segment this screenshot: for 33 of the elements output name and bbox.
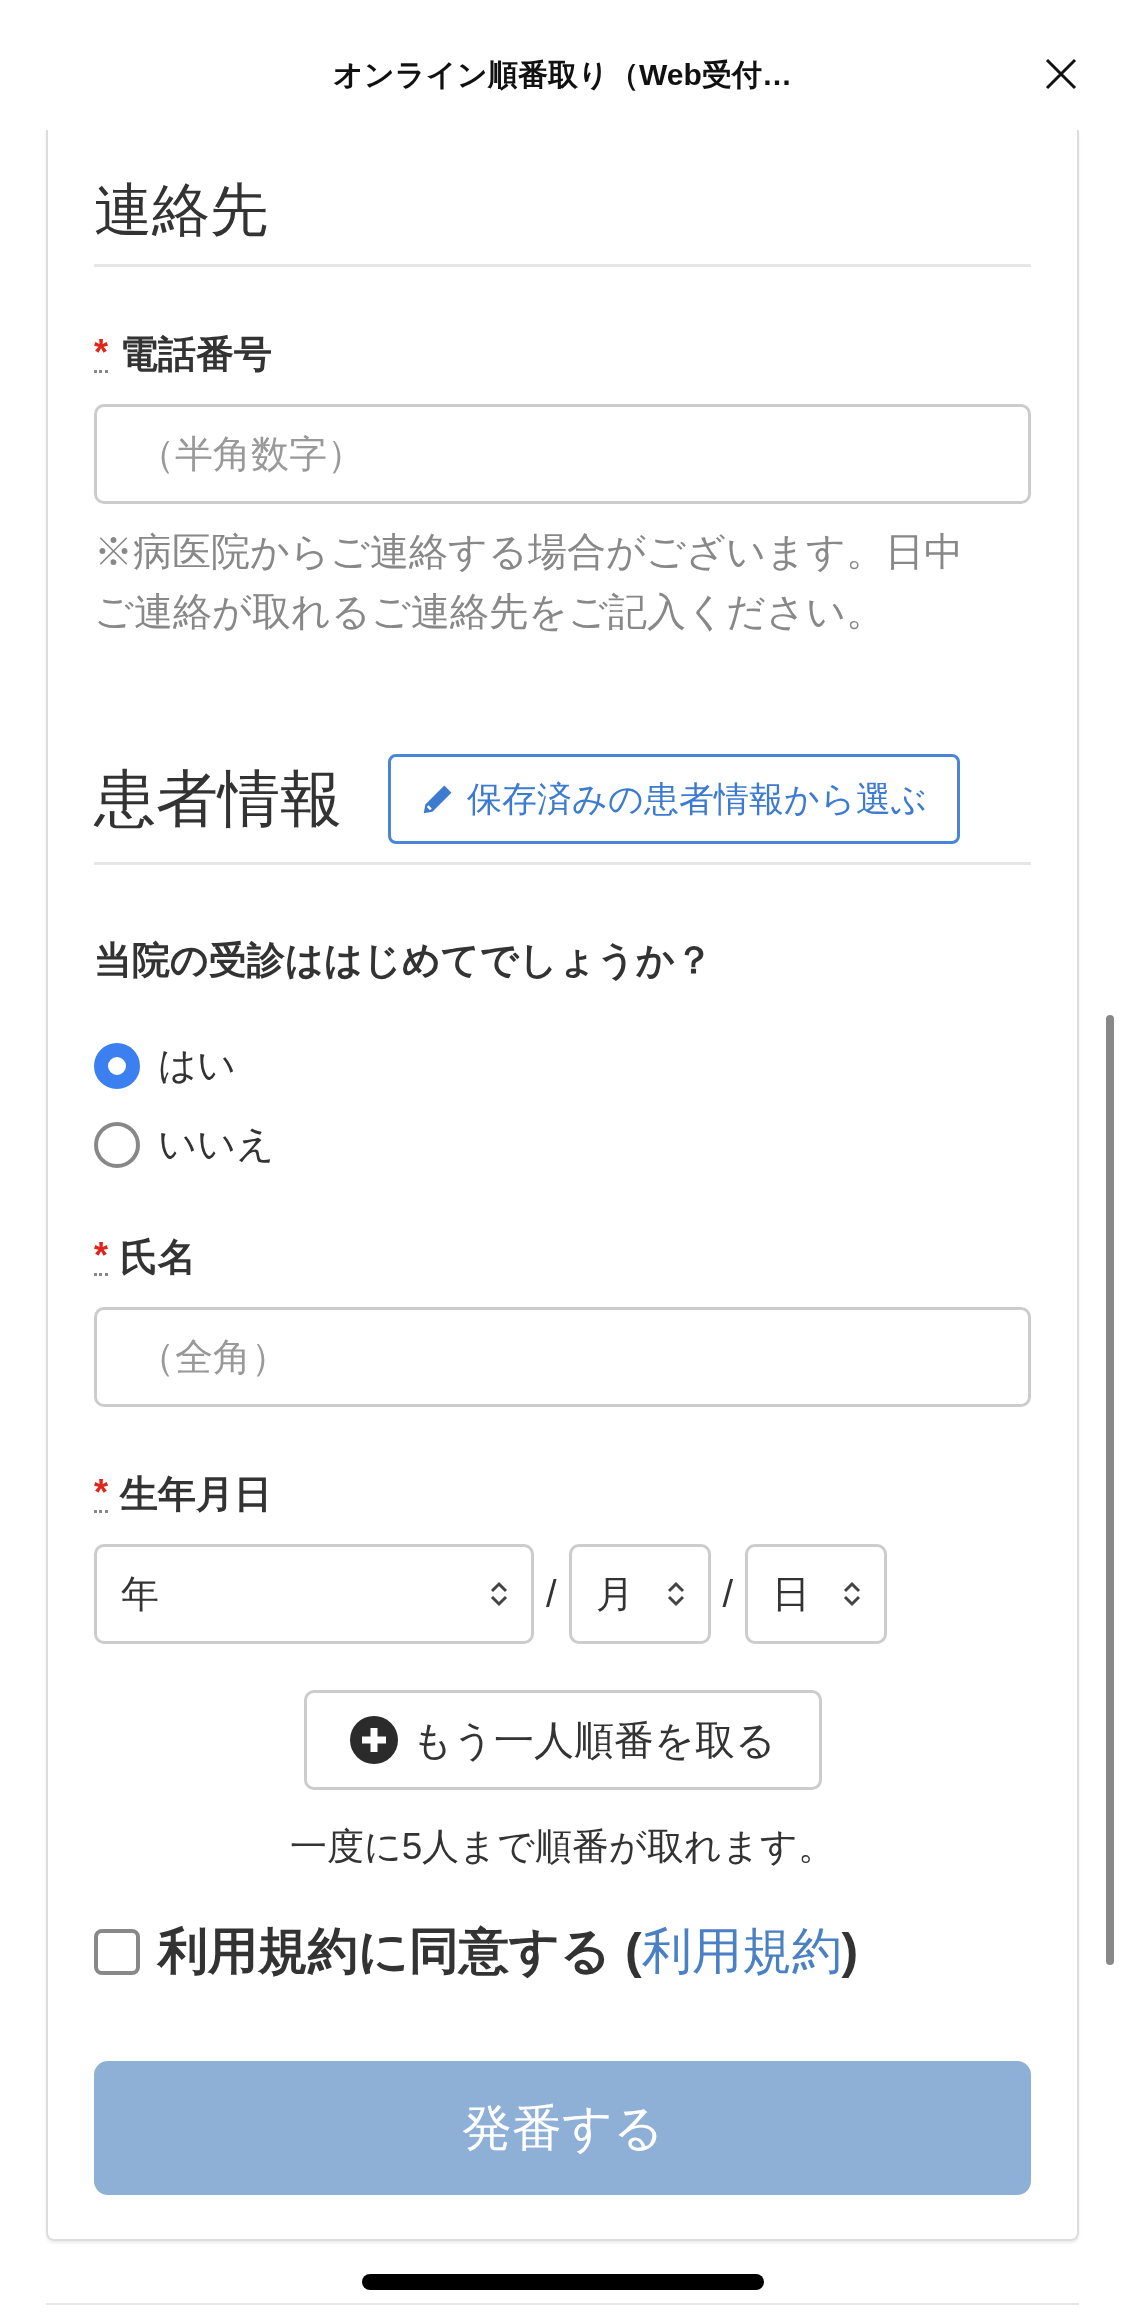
window-title: オンライン順番取り（Web受付… (333, 56, 792, 93)
agree-checkbox[interactable] (94, 1928, 140, 1975)
terms-link[interactable]: 利用規約 (641, 1923, 842, 1979)
field-label: 生年月日 (120, 1472, 272, 1517)
radio-option[interactable]: はい (94, 1040, 1031, 1091)
phone-input-field[interactable]: （半角数字） (94, 404, 1031, 504)
required-mark: * (94, 1476, 108, 1513)
required-mark: * (94, 336, 108, 373)
chevron-updown-icon (665, 1581, 686, 1607)
section-title: 患者情報 (94, 763, 342, 835)
date-separator: / (722, 1572, 734, 1616)
date-select[interactable]: 年 (94, 1544, 534, 1644)
date-separator: / (546, 1572, 557, 1616)
agree-label: 利用規約に同意する (利用規約) (158, 1922, 859, 1981)
date-select[interactable]: 月 (568, 1544, 711, 1644)
section-title: 連絡先 (94, 176, 268, 244)
radio-icon[interactable] (94, 1042, 140, 1089)
radio-icon[interactable] (94, 1121, 140, 1168)
chevron-updown-icon (489, 1581, 509, 1607)
field-label: 電話番号 (120, 332, 272, 377)
plus-circle-icon (349, 1716, 398, 1764)
limit-note: 一度に5人まで順番が取れます。 (288, 1825, 837, 1869)
required-mark: * (94, 1239, 108, 1276)
chevron-updown-icon (842, 1581, 863, 1607)
name-input-field[interactable]: （全角） (94, 1307, 1031, 1407)
date-select[interactable]: 日 (745, 1544, 888, 1644)
radio-option[interactable]: いいえ (94, 1119, 1031, 1170)
field-label: 氏名 (120, 1235, 196, 1280)
saved-patient-button[interactable]: 保存済みの患者情報から選ぶ (388, 754, 960, 844)
help-text: ※病医院からご連絡する場合がございます。日中ご連絡が取れるご連絡先をご記入ください。 (94, 529, 964, 635)
question-text: 当院の受診ははじめてでしょうか？ (94, 938, 714, 983)
close-icon[interactable] (1045, 58, 1077, 90)
add-person-button[interactable]: もう一人順番を取る (303, 1690, 822, 1790)
